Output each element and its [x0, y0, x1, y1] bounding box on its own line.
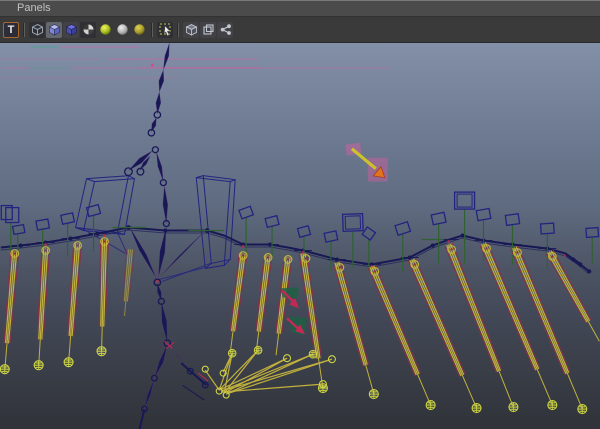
textured-mode-button[interactable]	[63, 21, 79, 38]
shaded-mode-button[interactable]	[46, 21, 62, 38]
duplicate-view-icon	[202, 24, 214, 35]
toolbar-separator	[21, 22, 28, 37]
lit-sphere-button[interactable]	[97, 22, 113, 38]
select-tool-button[interactable]: T	[3, 21, 19, 38]
toolbar-separator	[175, 22, 182, 37]
checkered-material-button[interactable]	[80, 21, 96, 38]
joint-axis-sticks	[10, 209, 593, 272]
maya-panel-window: Panels T	[0, 0, 600, 429]
panels-menu[interactable]: Panels	[11, 1, 57, 16]
selection-highlight-button[interactable]	[157, 21, 173, 38]
ik-handle-cluster[interactable]	[201, 345, 336, 399]
box-control[interactable]	[0, 204, 20, 224]
spine-chain[interactable]	[0, 225, 592, 283]
lit-sphere-icon	[99, 24, 111, 35]
foot-locators[interactable]	[0, 346, 588, 415]
hip-joints[interactable]	[10, 237, 557, 276]
isolate-cube-icon	[185, 24, 197, 36]
viewport-canvas[interactable]	[0, 43, 600, 429]
annotation-arrow	[345, 142, 388, 182]
olive-sphere-icon	[133, 24, 145, 35]
checkered-sphere-icon	[83, 24, 93, 35]
flat-sphere-button[interactable]	[114, 22, 130, 38]
select-tool-icon: T	[7, 23, 15, 36]
toolbar-separator	[149, 22, 156, 37]
viewport[interactable]	[0, 43, 600, 429]
selection-highlight-icon	[159, 23, 171, 37]
share-view-button[interactable]	[217, 21, 233, 38]
textured-cube-icon	[65, 24, 77, 36]
lower-skeleton-tangle[interactable]	[138, 278, 220, 429]
panel-menubar: Panels	[0, 1, 600, 17]
panel-toolbar: T	[0, 17, 600, 43]
render-artifact-lines	[0, 46, 390, 79]
share-view-icon	[220, 24, 231, 35]
box-control[interactable]	[341, 213, 364, 233]
shaded-cube-icon	[48, 24, 60, 36]
flat-sphere-icon	[116, 24, 128, 35]
box-control[interactable]	[453, 191, 476, 210]
duplicate-view-button[interactable]	[200, 21, 216, 38]
wireframe-cube-icon	[31, 23, 43, 36]
olive-sphere-button[interactable]	[131, 22, 147, 38]
mini-axis-arrows	[280, 287, 307, 336]
isolate-select-button[interactable]	[183, 21, 199, 38]
wireframe-mode-button[interactable]	[29, 21, 45, 38]
